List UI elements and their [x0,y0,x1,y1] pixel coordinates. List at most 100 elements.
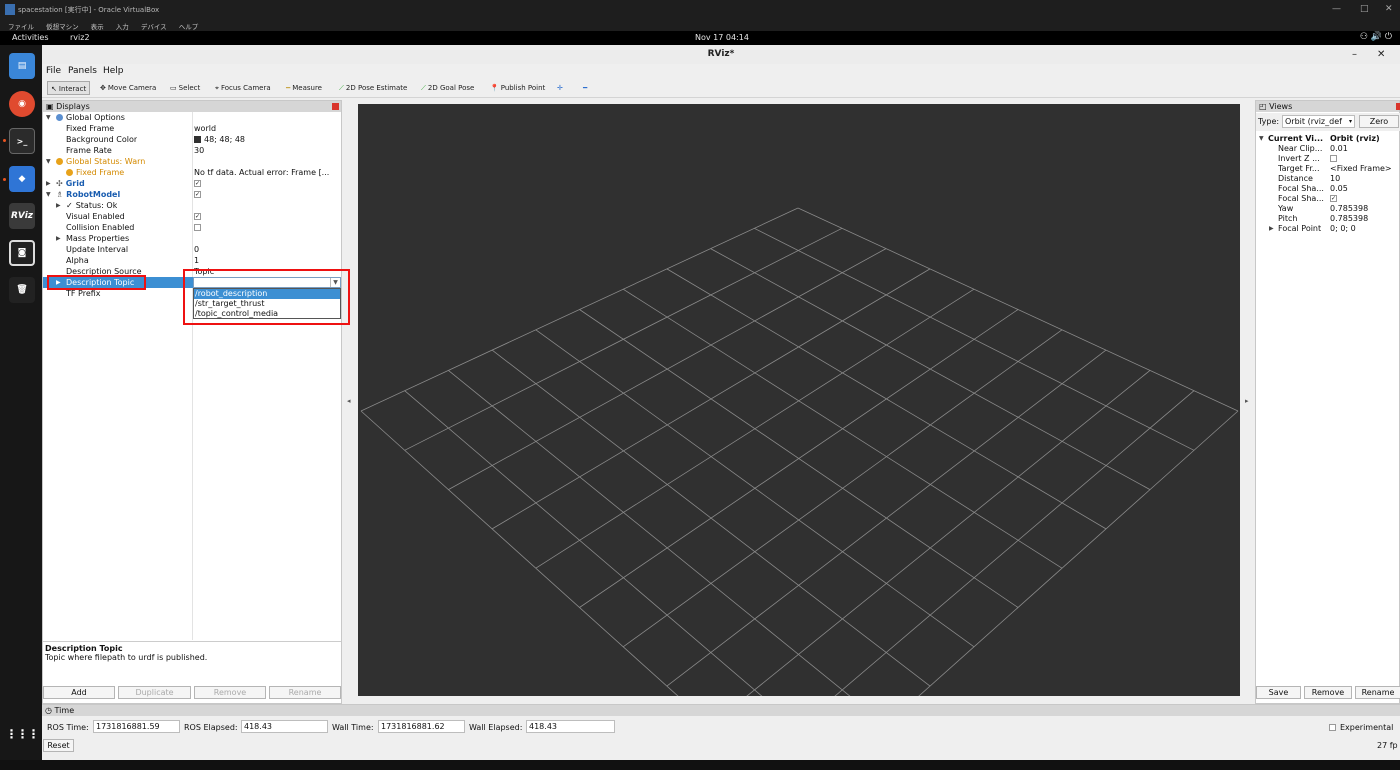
expand-icon[interactable]: ▼ [46,156,51,167]
minimize-icon[interactable]: – [1352,45,1357,64]
3d-render-view[interactable] [358,104,1240,770]
row-value[interactable]: world [194,123,339,134]
system-tray-icons[interactable]: ⚇ 🔊 ⏻ [1360,32,1392,42]
interact-tool[interactable]: ↖ Interact [47,81,91,95]
view-row-focal-point[interactable]: ▶ Focal Point 0; 0; 0 [1256,224,1400,234]
view-type-select[interactable]: Orbit (rviz_def ▾ [1282,115,1355,128]
close-icon[interactable]: ✕ [1377,45,1385,64]
row-value[interactable]: 48; 48; 48 [194,134,339,145]
menu-panels[interactable]: Panels [68,66,97,76]
remove-button[interactable]: Remove [194,686,266,699]
focus-camera-tool[interactable]: ⌖ Focus Camera [212,81,274,95]
rename-button[interactable]: Rename [269,686,341,699]
expand-icon[interactable]: ▼ [1259,134,1264,144]
vbox-menu-view[interactable]: 表示 [91,23,104,31]
tree-row-collision-enabled[interactable]: Collision Enabled [43,222,341,233]
view-row-pitch[interactable]: Pitch 0.785398 [1256,214,1400,224]
rviz-icon[interactable]: RViz [9,203,35,229]
tree-row-visual-enabled[interactable]: Visual Enabled ✓ [43,211,341,222]
grid-enabled-checkbox[interactable]: ✓ [194,180,201,187]
row-value[interactable]: 0.785398 [1330,204,1368,214]
tree-row-mass-properties[interactable]: ▶ Mass Properties [43,233,341,244]
menu-file[interactable]: File [46,66,61,76]
expand-icon[interactable]: ▼ [46,112,51,123]
collapse-icon[interactable]: ▶ [56,200,61,211]
rename-view-button[interactable]: Rename [1355,686,1400,699]
tree-row-update-interval[interactable]: Update Interval 0 [43,244,341,255]
select-tool[interactable]: ▭ Select [167,81,203,95]
maximize-icon[interactable]: □ [1360,4,1369,14]
row-value[interactable]: 30 [194,145,339,156]
tree-row-global-status[interactable]: ▼ Global Status: Warn [43,156,341,167]
robotmodel-enabled-checkbox[interactable]: ✓ [194,191,201,198]
row-value[interactable]: 0.05 [1330,184,1348,194]
screenshot-icon[interactable]: ◙ [9,240,35,266]
tree-row-robotmodel[interactable]: ▼ ♗ RobotModel ✓ [43,189,341,200]
invert-z-checkbox[interactable] [1330,155,1337,162]
collision-enabled-checkbox[interactable] [194,224,201,231]
terminal-icon[interactable]: >_ [9,128,35,154]
add-button[interactable]: Add [43,686,115,699]
focal-shape-checkbox[interactable]: ✓ [1330,195,1337,202]
menu-help[interactable]: Help [103,66,124,76]
tree-row-status-ok[interactable]: ▶ ✓ Status: Ok [43,200,341,211]
collapse-icon[interactable]: ▶ [1269,224,1274,234]
tree-row-frame-rate[interactable]: Frame Rate 30 [43,145,341,156]
show-apps-icon[interactable]: ⋮⋮⋮ [6,721,40,747]
view-row-current-view[interactable]: ▼ Current Vi... Orbit (rviz) [1256,134,1400,144]
row-value[interactable]: 1 [194,255,339,266]
2d-goal-pose-tool[interactable]: ⟋ 2D Goal Pose [418,81,477,95]
remove-view-button[interactable]: Remove [1304,686,1352,699]
experimental-checkbox[interactable] [1329,724,1336,731]
move-camera-tool[interactable]: ✥ Move Camera [97,81,159,95]
tree-row-grid[interactable]: ▶ ✣ Grid ✓ [43,178,341,189]
tree-row-fixed-frame[interactable]: Fixed Frame world [43,123,341,134]
measure-tool[interactable]: ━ Measure [283,81,325,95]
row-value[interactable]: <Fixed Frame> [1330,164,1392,174]
tree-row-alpha[interactable]: Alpha 1 [43,255,341,266]
vbox-menu-help[interactable]: ヘルプ [179,23,199,31]
reset-button[interactable]: Reset [43,739,74,752]
active-app-menu[interactable]: rviz2 [70,33,90,42]
2d-pose-estimate-tool[interactable]: ⟋ 2D Pose Estimate [336,81,410,95]
add-tool-button[interactable]: ✛ [554,81,568,95]
collapse-icon[interactable]: ▶ [56,233,61,244]
tree-row-fixed-frame-status[interactable]: Fixed Frame No tf data. Actual error: Fr… [43,167,341,178]
publish-point-tool[interactable]: 📍 Publish Point [487,81,548,95]
vbox-menu-devices[interactable]: デバイス [141,23,167,31]
wall-elapsed-field[interactable]: 418.43 [526,720,615,733]
zero-button[interactable]: Zero [1359,115,1399,128]
close-icon[interactable]: ✕ [1385,4,1393,14]
duplicate-button[interactable]: Duplicate [118,686,191,699]
ros-time-field[interactable]: 1731816881.59 [93,720,180,733]
row-value[interactable]: 10 [1330,174,1340,184]
help-icon[interactable]: ◉ [9,91,35,117]
trash-icon[interactable]: 🗑 [9,277,35,303]
files-icon[interactable]: ▤ [9,53,35,79]
vbox-menu-machine[interactable]: 仮想マシン [46,23,79,31]
row-value[interactable]: 0; 0; 0 [1330,224,1356,234]
clock[interactable]: Nov 17 04:14 [695,33,749,42]
view-row-focal-shape-size[interactable]: Focal Sha... 0.05 [1256,184,1400,194]
save-view-button[interactable]: Save [1256,686,1301,699]
view-row-yaw[interactable]: Yaw 0.785398 [1256,204,1400,214]
minimize-icon[interactable]: — [1332,4,1341,14]
app-icon[interactable]: ◆ [9,166,35,192]
activities-button[interactable]: Activities [12,33,49,42]
tree-row-global-options[interactable]: ▼ Global Options [43,112,341,123]
tree-row-background-color[interactable]: Background Color 48; 48; 48 [43,134,341,145]
ros-elapsed-field[interactable]: 418.43 [241,720,328,733]
view-row-target-frame[interactable]: Target Fr... <Fixed Frame> [1256,164,1400,174]
row-value[interactable]: 0.785398 [1330,214,1368,224]
close-panel-icon[interactable] [332,103,339,110]
collapse-right-panel-icon[interactable]: ▸ [1245,397,1249,405]
vbox-menu-file[interactable]: ファイル [8,23,34,31]
expand-icon[interactable]: ▼ [46,189,51,200]
collapse-left-panel-icon[interactable]: ◂ [347,397,351,405]
visual-enabled-checkbox[interactable]: ✓ [194,213,201,220]
view-row-near-clip[interactable]: Near Clip... 0.01 [1256,144,1400,154]
collapse-icon[interactable]: ▶ [46,178,51,189]
row-value[interactable]: 0.01 [1330,144,1348,154]
view-row-distance[interactable]: Distance 10 [1256,174,1400,184]
close-panel-icon[interactable] [1396,103,1400,110]
